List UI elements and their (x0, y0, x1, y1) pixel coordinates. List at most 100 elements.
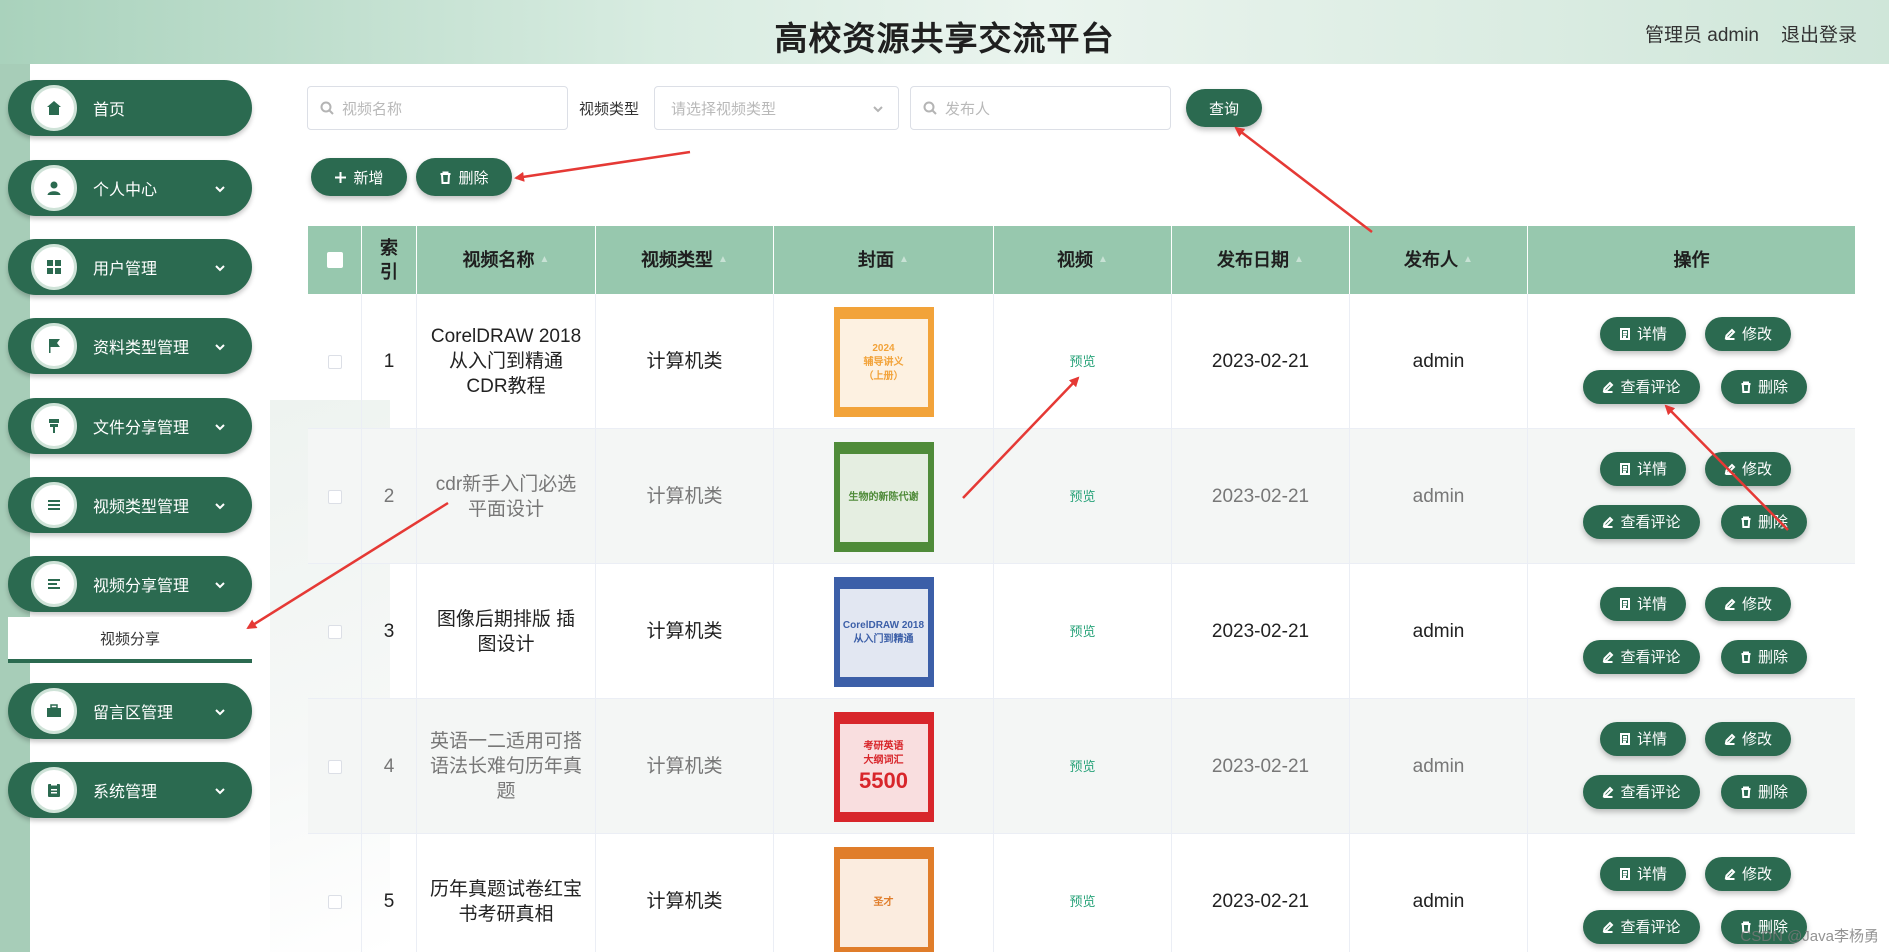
row-checkbox[interactable] (327, 624, 342, 639)
row-checkbox[interactable] (327, 894, 342, 909)
chevron-down-icon (872, 102, 884, 114)
video-type-value: 计算机类 (646, 621, 723, 642)
edit-icon (1724, 598, 1736, 610)
video-name-search-input[interactable]: 视频名称 (307, 86, 568, 130)
table-row: 4 英语一二适用可搭 语法长难句历年真题 计算机类 考研英语 大纲词汇 5500 预览 202… (308, 699, 1855, 834)
top-header: 高校资源共享交流平台 管理员 admin 退出登录 (0, 0, 1889, 64)
view-comments-button-label: 查看评论 (1620, 378, 1681, 396)
table-row: 3 图像后期排版 插图设计 计算机类 CorelDRAW 2018 从入门到精通 预览 20… (308, 564, 1855, 699)
cell-index: 3 (362, 564, 417, 699)
flag-icon (31, 323, 77, 369)
chevron-down-icon (214, 420, 226, 432)
clipboard-icon (31, 767, 77, 813)
view-comments-button[interactable]: 查看评论 (1583, 640, 1700, 674)
sidebar-item-label: 视频分享管理 (93, 578, 190, 595)
row-delete-button[interactable]: 删除 (1721, 640, 1807, 674)
cover-text: CorelDRAW 2018 (842, 620, 925, 631)
video-type-value: 计算机类 (646, 486, 723, 507)
plus-icon (335, 171, 347, 183)
query-button[interactable]: 查询 (1186, 89, 1262, 127)
video-type-select[interactable]: 请选择视频类型 (654, 86, 899, 130)
view-comments-button[interactable]: 查看评论 (1583, 370, 1700, 404)
column-header-video[interactable]: 视频 ▲ (994, 226, 1172, 294)
row-checkbox[interactable] (327, 489, 342, 504)
add-button-label: 新增 (353, 169, 384, 187)
sidebar-item-message-board[interactable]: 留言区管理 (8, 683, 252, 739)
edit-button[interactable]: 修改 (1705, 722, 1791, 756)
index-value: 4 (383, 756, 395, 777)
column-header-index[interactable]: 索引 (362, 226, 417, 294)
arrow-to-delete-button (514, 150, 691, 182)
chevron-down-icon (214, 340, 226, 352)
column-header-date[interactable]: 发布日期 ▲ (1172, 226, 1350, 294)
row-checkbox[interactable] (327, 354, 342, 369)
publisher-value: admin (1412, 891, 1465, 912)
view-comments-button-label: 查看评论 (1620, 918, 1681, 936)
select-all-checkbox[interactable] (326, 252, 343, 268)
view-comments-button[interactable]: 查看评论 (1583, 775, 1700, 809)
edit-button[interactable]: 修改 (1705, 452, 1791, 486)
detail-button[interactable]: 详情 (1600, 587, 1686, 621)
column-header-publisher[interactable]: 发布人 ▲ (1350, 226, 1528, 294)
detail-button[interactable]: 详情 (1600, 452, 1686, 486)
edit-button[interactable]: 修改 (1705, 857, 1791, 891)
edit-icon (1724, 868, 1736, 880)
cell-cover: 圣才 (774, 834, 994, 952)
row-delete-button[interactable]: 删除 (1721, 775, 1807, 809)
submenu-item-video-share[interactable]: 视频分享 (8, 617, 252, 663)
detail-button-label: 详情 (1636, 325, 1667, 343)
sidebar-item-video-share[interactable]: 视频分享管理 (8, 556, 252, 612)
row-delete-button-label: 删除 (1757, 783, 1788, 801)
publish-date-value: 2023-02-21 (1211, 486, 1310, 507)
video-preview-link[interactable]: 预览 (1069, 754, 1095, 779)
cell-publish-date: 2023-02-21 (1172, 294, 1350, 429)
column-header-cover[interactable]: 封面 ▲ (774, 226, 994, 294)
edit-button[interactable]: 修改 (1705, 317, 1791, 351)
delete-button[interactable]: 删除 (416, 158, 512, 196)
video-preview-link[interactable]: 预览 (1069, 889, 1095, 914)
row-select-cell (308, 699, 362, 834)
sidebar-item-material-types[interactable]: 资料类型管理 (8, 318, 252, 374)
briefcase-icon (31, 688, 77, 734)
chevron-down-icon (214, 705, 226, 717)
row-checkbox[interactable] (327, 759, 342, 774)
add-button[interactable]: 新增 (311, 158, 407, 196)
publish-date-value: 2023-02-21 (1211, 621, 1310, 642)
view-comments-button[interactable]: 查看评论 (1583, 910, 1700, 944)
sidebar-item-video-types[interactable]: 视频类型管理 (8, 477, 252, 533)
view-comments-button[interactable]: 查看评论 (1583, 505, 1700, 539)
column-header-type[interactable]: 视频类型 ▲ (596, 226, 774, 294)
cover-image: 生物的新陈代谢 (833, 441, 934, 552)
sidebar-item-home[interactable]: 首页 (8, 80, 252, 136)
sidebar-item-profile[interactable]: 个人中心 (8, 160, 252, 216)
logout-link[interactable]: 退出登录 (1781, 20, 1857, 47)
detail-button[interactable]: 详情 (1600, 857, 1686, 891)
edit-button[interactable]: 修改 (1705, 587, 1791, 621)
document-icon (1619, 868, 1630, 880)
sidebar-item-label: 文件分享管理 (93, 420, 190, 437)
detail-button[interactable]: 详情 (1600, 722, 1686, 756)
row-delete-button[interactable]: 删除 (1721, 505, 1807, 539)
video-preview-link[interactable]: 预览 (1069, 484, 1095, 509)
sidebar-item-users[interactable]: 用户管理 (8, 239, 252, 295)
cover-text: 从入门到精通 (853, 634, 914, 645)
current-user: 管理员 admin (1644, 25, 1759, 46)
cell-video: 预览 (994, 699, 1172, 834)
column-header-name[interactable]: 视频名称 ▲ (417, 226, 596, 294)
publisher-search-input[interactable]: 发布人 (910, 86, 1171, 130)
cell-video: 预览 (994, 834, 1172, 952)
detail-button[interactable]: 详情 (1600, 317, 1686, 351)
cover-image: 2024 辅导讲义 （上册） (833, 306, 934, 417)
video-preview-link[interactable]: 预览 (1069, 349, 1095, 374)
row-delete-button[interactable]: 删除 (1721, 370, 1807, 404)
sidebar-item-label: 用户管理 (93, 261, 158, 278)
sidebar-item-file-share[interactable]: 文件分享管理 (8, 398, 252, 454)
trash-icon (1741, 381, 1751, 393)
sidebar-item-system[interactable]: 系统管理 (8, 762, 252, 818)
cell-publisher: admin (1350, 699, 1528, 834)
video-preview-link[interactable]: 预览 (1069, 619, 1095, 644)
cover-image: 圣才 (833, 846, 934, 952)
trash-icon (1741, 651, 1751, 663)
edit-button-label: 修改 (1741, 595, 1772, 613)
index-value: 2 (383, 486, 395, 507)
